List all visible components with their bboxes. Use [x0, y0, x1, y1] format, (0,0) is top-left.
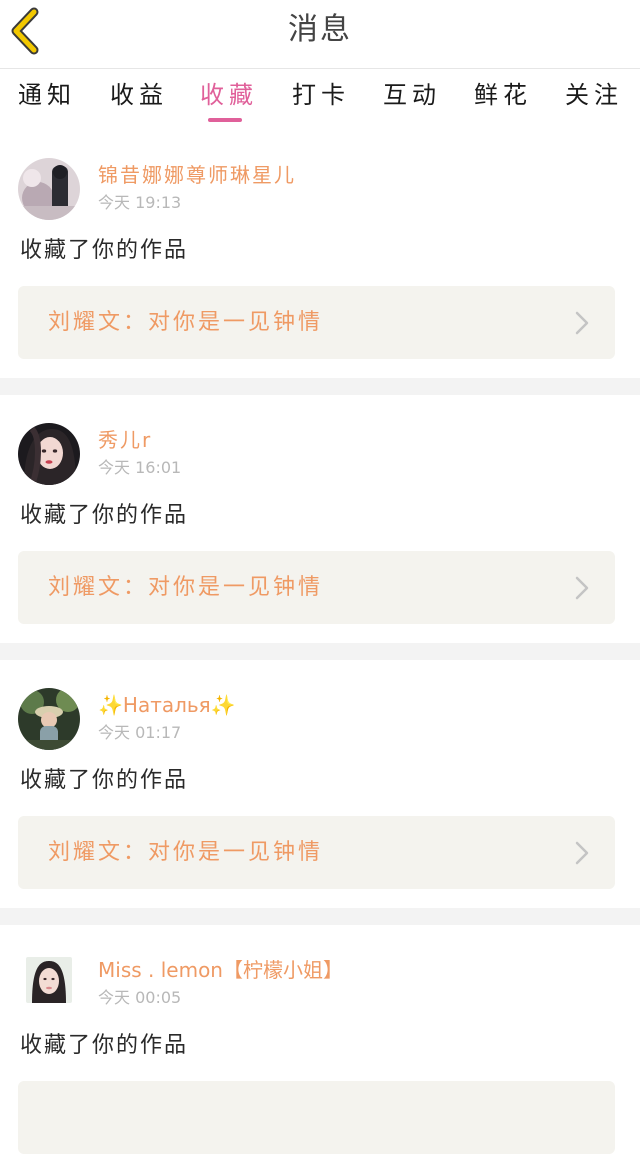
- tab-earnings[interactable]: 收益: [110, 74, 168, 122]
- action-text: 收藏了你的作品: [20, 503, 189, 528]
- notification-item: 锦昔娜娜尊师琳星儿 今天 19:13 收藏了你的作品 刘耀文：对你是一见钟情: [0, 130, 640, 378]
- notification-item: ✨Наталья✨ 今天 01:17 收藏了你的作品 刘耀文：对你是一见钟情: [0, 660, 640, 908]
- avatar[interactable]: [18, 688, 80, 750]
- work-title: 刘耀文：对你是一见钟情: [48, 310, 324, 335]
- page-title: 消息: [288, 12, 352, 47]
- timestamp: 今天 01:17: [98, 723, 182, 742]
- work-link[interactable]: [18, 1081, 615, 1154]
- avatar[interactable]: [18, 423, 80, 485]
- tab-favorites[interactable]: 收藏: [200, 74, 258, 122]
- notification-list: 锦昔娜娜尊师琳星儿 今天 19:13 收藏了你的作品 刘耀文：对你是一见钟情 秀…: [0, 130, 640, 1173]
- divider: [0, 378, 640, 395]
- work-title: 刘耀文：对你是一见钟情: [48, 575, 324, 600]
- timestamp: 今天 16:01: [98, 458, 182, 477]
- tab-following[interactable]: 关注: [565, 74, 623, 122]
- work-link[interactable]: 刘耀文：对你是一见钟情: [18, 816, 615, 889]
- chevron-right-icon: [575, 311, 589, 335]
- notification-item: 秀儿r 今天 16:01 收藏了你的作品 刘耀文：对你是一见钟情: [0, 395, 640, 643]
- top-bar: 消息: [0, 0, 640, 69]
- work-title: 刘耀文：对你是一见钟情: [48, 840, 324, 865]
- tab-interactions[interactable]: 互动: [383, 74, 441, 122]
- divider: [0, 643, 640, 660]
- header-divider: [0, 68, 640, 69]
- work-link[interactable]: 刘耀文：对你是一见钟情: [18, 286, 615, 359]
- tab-flowers[interactable]: 鲜花: [474, 74, 532, 122]
- chevron-right-icon: [575, 576, 589, 600]
- action-text: 收藏了你的作品: [20, 1033, 189, 1058]
- action-text: 收藏了你的作品: [20, 238, 189, 263]
- notification-item: Miss . lemon【柠檬小姐】 今天 00:05 收藏了你的作品: [0, 925, 640, 1173]
- avatar[interactable]: [18, 158, 80, 220]
- active-tab-indicator: [208, 118, 242, 122]
- divider: [0, 908, 640, 925]
- username[interactable]: 秀儿r: [98, 427, 152, 453]
- tab-bar: 通知 收益 收藏 打卡 互动 鲜花 关注: [0, 70, 640, 126]
- username[interactable]: ✨Наталья✨: [98, 692, 236, 718]
- tab-checkin[interactable]: 打卡: [292, 74, 350, 122]
- work-link[interactable]: 刘耀文：对你是一见钟情: [18, 551, 615, 624]
- tab-notifications[interactable]: 通知: [18, 74, 76, 122]
- timestamp: 今天 19:13: [98, 193, 182, 212]
- username[interactable]: Miss . lemon【柠檬小姐】: [98, 957, 343, 983]
- action-text: 收藏了你的作品: [20, 768, 189, 793]
- avatar[interactable]: [26, 957, 72, 1003]
- chevron-right-icon: [575, 841, 589, 865]
- timestamp: 今天 00:05: [98, 988, 182, 1007]
- username[interactable]: 锦昔娜娜尊师琳星儿: [98, 162, 296, 188]
